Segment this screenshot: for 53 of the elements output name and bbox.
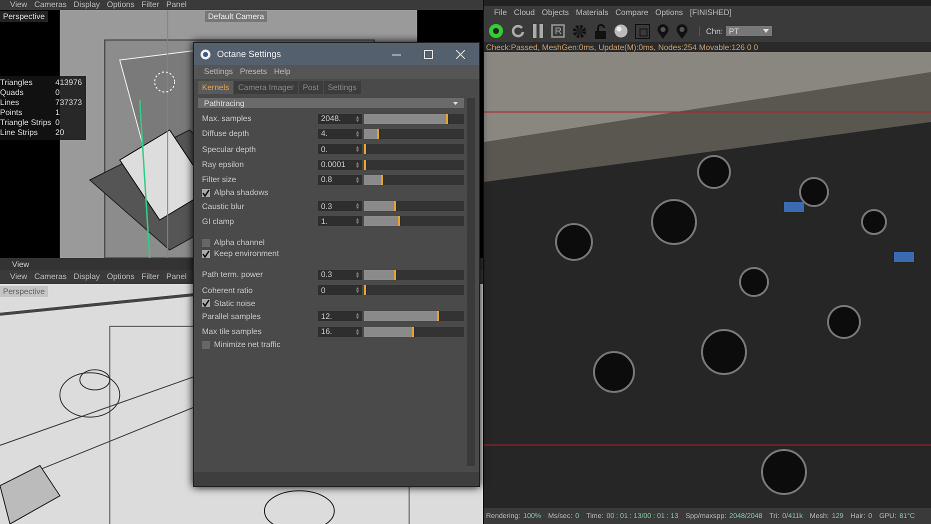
number-field[interactable]: 12. bbox=[318, 311, 362, 322]
pause-icon[interactable] bbox=[532, 24, 544, 38]
checkbox[interactable] bbox=[202, 340, 210, 349]
r-box-icon[interactable] bbox=[551, 24, 565, 38]
setting-label: Path term. power bbox=[202, 270, 264, 280]
aperture-icon[interactable] bbox=[488, 23, 504, 39]
check-status: Check:Passed, MeshGen:0ms, Update(M):0ms, Nodes:254 Movable:126 0 0 bbox=[486, 42, 758, 52]
checkbox-label: Minimize net traffic bbox=[214, 340, 282, 350]
view-label: Perspective bbox=[0, 286, 48, 297]
panel-title: View bbox=[12, 260, 30, 268]
setting-label: Parallel samples bbox=[202, 312, 262, 321]
render-state: [FINISHED] bbox=[690, 9, 732, 17]
slider[interactable] bbox=[364, 285, 464, 296]
number-field[interactable]: 0 bbox=[318, 285, 362, 296]
menu-item[interactable]: Panel bbox=[166, 1, 187, 9]
menu-item[interactable]: Options bbox=[106, 273, 134, 281]
pin-icon[interactable] bbox=[676, 24, 688, 38]
menu-item[interactable]: Cameras bbox=[34, 1, 67, 9]
menu-item[interactable]: View bbox=[10, 1, 28, 9]
menu-item[interactable]: View bbox=[10, 273, 28, 281]
menu-item[interactable]: Display bbox=[74, 1, 100, 9]
channel-label: Chn: bbox=[706, 26, 723, 36]
setting-label: Coherent ratio bbox=[202, 286, 254, 295]
pin-icon[interactable] bbox=[657, 24, 669, 38]
menu-item[interactable]: Options bbox=[106, 1, 134, 9]
sphere-icon[interactable] bbox=[614, 24, 628, 38]
refresh-icon[interactable] bbox=[511, 24, 525, 38]
checkbox[interactable] bbox=[202, 299, 210, 308]
spinner-icon[interactable] bbox=[356, 313, 359, 320]
number-field[interactable]: 16. bbox=[318, 326, 362, 337]
spinner-icon[interactable] bbox=[356, 272, 359, 278]
setting-label: Max tile samples bbox=[202, 327, 263, 336]
slider[interactable] bbox=[364, 311, 464, 322]
menu-item[interactable]: File bbox=[494, 9, 507, 17]
number-field[interactable]: 0.3 bbox=[318, 270, 362, 280]
menu-item[interactable]: Objects bbox=[542, 9, 569, 17]
menu-item[interactable]: Cameras bbox=[34, 273, 67, 281]
menu-item[interactable]: Materials bbox=[576, 9, 608, 17]
slider[interactable] bbox=[364, 326, 464, 337]
spinner-icon[interactable] bbox=[356, 287, 359, 294]
menu-item[interactable]: Compare bbox=[615, 9, 648, 17]
menu-item[interactable]: Cloud bbox=[514, 9, 535, 17]
checkbox-label: Static noise bbox=[214, 298, 256, 308]
menu-item[interactable]: Filter bbox=[141, 1, 160, 9]
menu-item[interactable]: Display bbox=[74, 273, 100, 281]
menu-item[interactable]: Options bbox=[655, 9, 683, 17]
caret-icon bbox=[762, 29, 769, 33]
menu-item[interactable]: Panel bbox=[166, 273, 187, 281]
menu-item[interactable]: Filter bbox=[141, 273, 160, 281]
checkmark-icon bbox=[202, 299, 210, 308]
spinner-icon[interactable] bbox=[356, 328, 359, 335]
channel-dropdown[interactable]: PT bbox=[726, 26, 772, 36]
slider[interactable] bbox=[364, 270, 464, 280]
